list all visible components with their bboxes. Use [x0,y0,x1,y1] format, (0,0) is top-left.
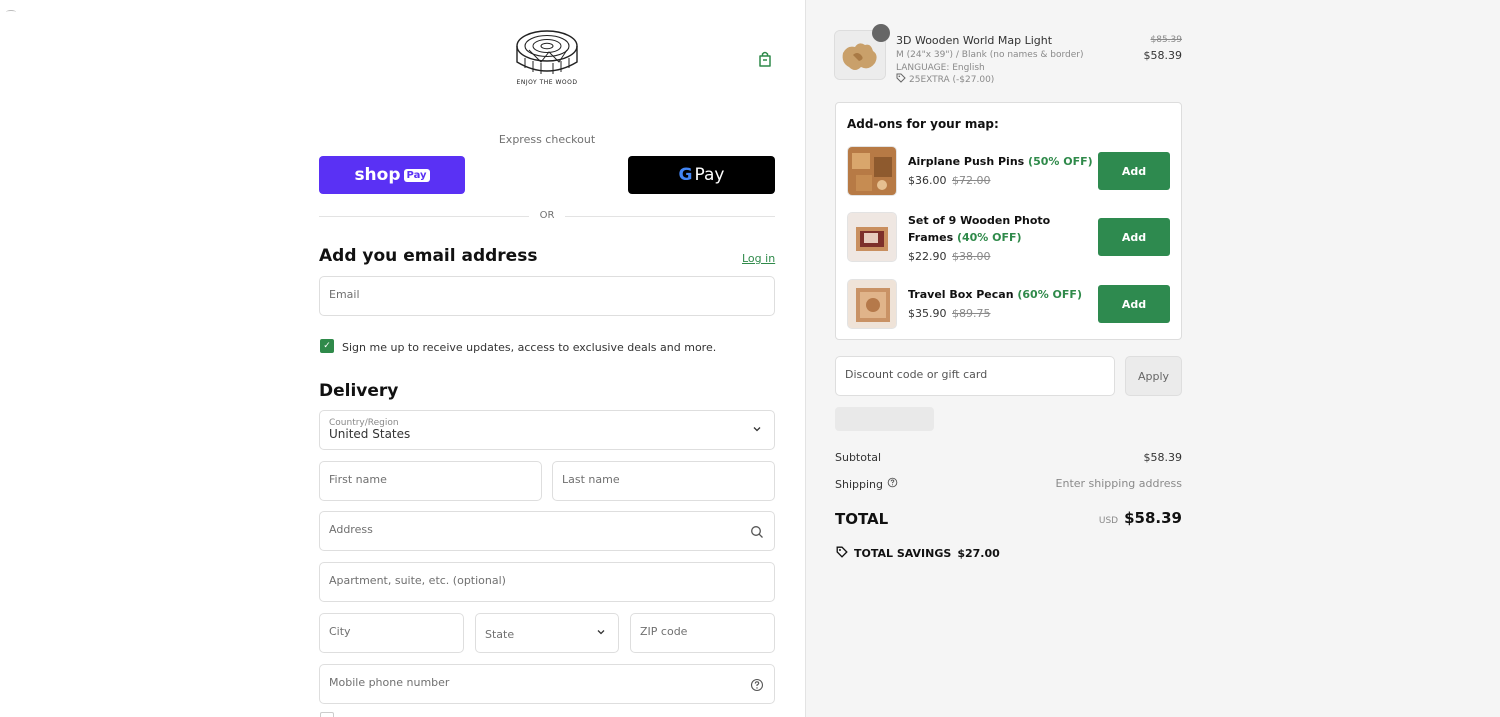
addon-price: $35.90 $89.75 [908,307,991,320]
cart-icon[interactable] [756,50,774,68]
express-checkout-label: Express checkout [498,133,596,146]
addon-price: $36.00 $72.00 [908,174,991,187]
google-g-icon: G [678,165,693,185]
add-travel-box-button[interactable]: Add [1098,285,1170,323]
email-placeholder: Email [329,288,360,301]
addon-item: Set of 9 Wooden Photo Frames (40% OFF) $… [847,212,1177,264]
product-discount: 25EXTRA (-$27.00) [896,73,994,86]
country-value: United States [329,427,411,441]
shipping-row: Shipping [835,477,898,491]
discount-code-text: 25EXTRA (-$27.00) [909,74,995,85]
login-link[interactable]: Log in [742,252,775,265]
total-currency: USD [1098,516,1119,526]
apply-discount-button[interactable]: Apply [1125,356,1182,396]
apartment-field[interactable]: Apartment, suite, etc. (optional) [319,562,775,602]
tag-icon [896,73,906,86]
product-price: $58.39 [1143,49,1183,62]
apartment-placeholder: Apartment, suite, etc. (optional) [329,574,506,587]
total-savings-row: TOTAL SAVINGS $27.00 [836,546,1000,561]
total-amount: USD $58.39 [1099,509,1182,527]
photo-frames-image [847,212,897,262]
city-placeholder: City [329,625,351,638]
addon-item: Travel Box Pecan (60% OFF) $35.90 $89.75… [847,279,1177,331]
shop-pay-badge: Pay [403,168,430,182]
help-circle-icon[interactable] [750,677,764,696]
checkout-main: ENJOY THE WOOD Express checkout shop Pay… [0,0,805,717]
address-field[interactable]: Address [319,511,775,551]
add-push-pins-button[interactable]: Add [1098,152,1170,190]
tag-icon [836,546,848,561]
logo-text: ENJOY THE WOOD [516,79,578,86]
country-select[interactable]: Country/Region United States [319,410,775,450]
total-label: TOTAL [835,510,889,528]
shipping-value: Enter shipping address [1055,477,1182,490]
chevron-down-icon [752,424,762,437]
last-name-field[interactable]: Last name [552,461,775,501]
divider-line-right [565,216,775,217]
zip-field[interactable]: ZIP code [630,613,775,653]
state-select[interactable]: State [475,613,619,653]
addon-price: $22.90 $38.00 [908,250,991,263]
email-field[interactable]: Email [319,276,775,316]
help-circle-icon[interactable] [887,477,898,491]
savings-label: TOTAL SAVINGS [854,547,952,560]
delivery-section-title: Delivery [319,381,399,401]
addons-title: Add-ons for your map: [847,117,999,131]
discount-code-input[interactable]: Discount code or gift card [835,356,1115,396]
phone-placeholder: Mobile phone number [329,676,450,689]
addon-name: Travel Box Pecan (60% OFF) [908,288,1082,301]
addon-name: Airplane Push Pins (50% OFF) [908,155,1093,168]
subtotal-value: $58.39 [1143,451,1183,464]
state-placeholder: State [485,628,515,641]
travel-box-image [847,279,897,329]
addons-box: Add-ons for your map: Airplane Push Pins… [835,102,1182,340]
newsletter-label: Sign me up to receive updates, access to… [342,341,717,354]
check-icon: ✓ [323,341,331,351]
shop-pay-button[interactable]: shop Pay [319,156,465,194]
address-placeholder: Address [329,523,373,536]
or-divider: OR [319,210,775,224]
brand-logo[interactable]: ENJOY THE WOOD [512,28,582,92]
savings-value: $27.00 [957,547,1000,560]
loading-placeholder [835,407,934,431]
subtotal-label: Subtotal [835,451,882,464]
addon-name: Set of 9 Wooden Photo Frames (40% OFF) [908,214,1051,244]
first-name-field[interactable]: First name [319,461,542,501]
shipping-label: Shipping [835,477,883,491]
email-section-title: Add you email address [319,246,538,266]
total-value: $58.39 [1124,509,1182,527]
product-language: LANGUAGE: English [896,63,985,73]
shop-pay-text: shop [354,165,401,185]
last-name-placeholder: Last name [562,473,620,486]
google-pay-text: Pay [694,165,725,185]
phone-field[interactable]: Mobile phone number [319,664,775,704]
google-pay-button[interactable]: G Pay [628,156,775,194]
zip-placeholder: ZIP code [640,625,688,638]
first-name-placeholder: First name [329,473,387,486]
add-photo-frames-button[interactable]: Add [1098,218,1170,256]
addon-item: Airplane Push Pins (50% OFF) $36.00 $72.… [847,146,1177,198]
push-pins-image [847,146,897,196]
city-field[interactable]: City [319,613,464,653]
discount-placeholder: Discount code or gift card [845,368,988,381]
sms-checkbox[interactable] [320,712,334,717]
product-variant: M (24"x 39") / Blank (no names & border) [896,50,1084,60]
newsletter-checkbox[interactable]: ✓ [320,339,334,353]
quantity-badge [872,24,890,42]
product-old-price: $85.39 [1150,35,1183,45]
chevron-down-icon [596,627,606,640]
search-icon [750,524,764,543]
corner-mark [6,10,16,14]
wood-slice-icon [516,30,578,74]
product-title: 3D Wooden World Map Light [896,34,1053,47]
